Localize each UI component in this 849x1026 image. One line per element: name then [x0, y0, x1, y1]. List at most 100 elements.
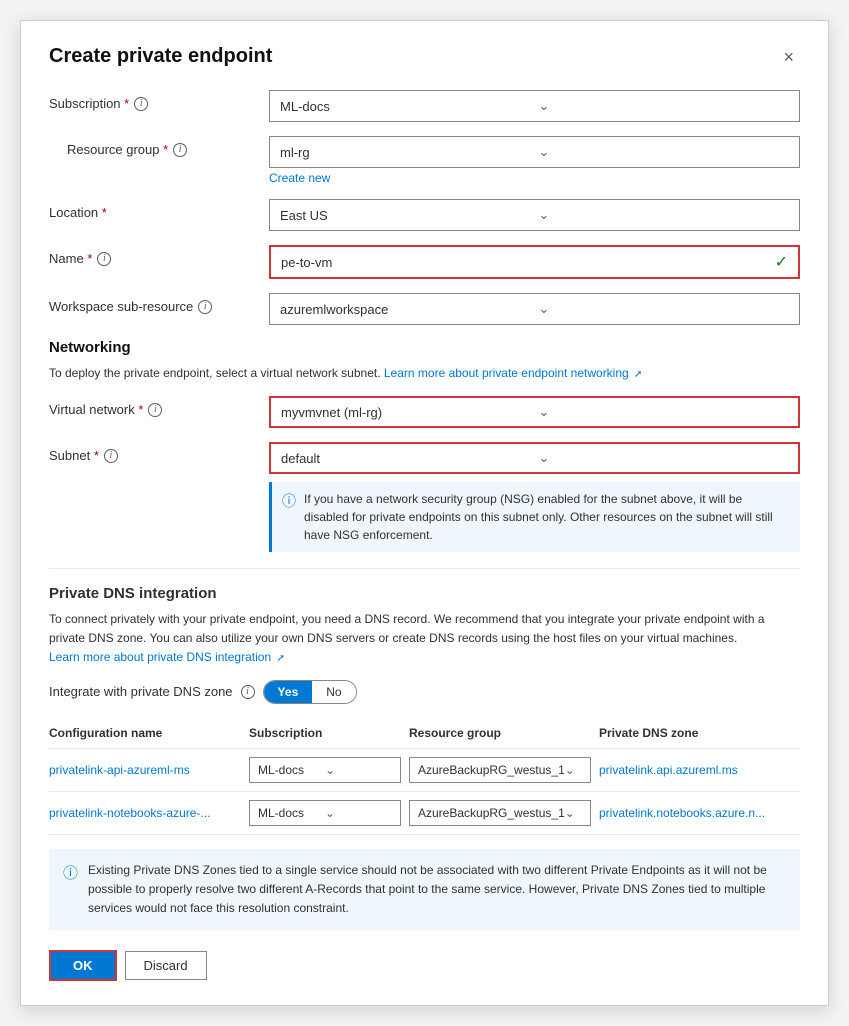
- table-header-dns-zone: Private DNS zone: [599, 720, 800, 749]
- workspace-label-col: Workspace sub-resource i: [49, 293, 269, 314]
- subnet-chevron-icon: ⌄: [539, 450, 789, 466]
- table-cell-dns-1: privatelink.notebooks.azure.n...: [599, 791, 800, 834]
- subnet-row: Subnet * i default ⌄ ⓘ If you have a net…: [49, 442, 800, 552]
- resource-group-dropdown[interactable]: ml-rg ⌄: [269, 136, 800, 168]
- dialog-title: Create private endpoint: [49, 45, 272, 68]
- networking-title: Networking: [49, 339, 800, 356]
- integrate-dns-label: Integrate with private DNS zone: [49, 684, 233, 699]
- subnet-dropdown[interactable]: default ⌄: [269, 442, 800, 474]
- virtual-network-info-icon[interactable]: i: [148, 403, 162, 417]
- name-info-icon[interactable]: i: [97, 252, 111, 266]
- dialog-footer: OK Discard: [49, 950, 800, 981]
- integrate-dns-toggle[interactable]: Yes No: [263, 680, 357, 704]
- subscription-label-col: Subscription * i: [49, 90, 269, 111]
- name-input[interactable]: [281, 255, 767, 270]
- dns-title: Private DNS integration: [49, 585, 800, 602]
- dns-link[interactable]: Learn more about private DNS integration…: [49, 650, 285, 664]
- table-cell-rg-0: AzureBackupRG_westus_1 ⌄: [409, 748, 599, 791]
- location-chevron-icon: ⌄: [539, 207, 790, 223]
- subscription-chevron-icon: ⌄: [539, 98, 790, 114]
- name-label: Name *: [49, 251, 92, 266]
- resource-group-row: Resource group * i ml-rg ⌄ Create new: [49, 136, 800, 185]
- workspace-row: Workspace sub-resource i azuremlworkspac…: [49, 293, 800, 325]
- subscription-dropdown[interactable]: ML-docs ⌄: [269, 90, 800, 122]
- table-cell-config-1: privatelink-notebooks-azure-...: [49, 791, 249, 834]
- mini-rg-chevron-icon-1: ⌄: [565, 806, 582, 820]
- warning-info-icon: ⓘ: [63, 862, 78, 919]
- dialog-header: Create private endpoint ×: [49, 45, 800, 68]
- workspace-input-col: azuremlworkspace ⌄: [269, 293, 800, 325]
- discard-button[interactable]: Discard: [125, 951, 207, 980]
- resource-group-label-col: Resource group * i: [49, 136, 269, 157]
- subnet-input-col: default ⌄ ⓘ If you have a network securi…: [269, 442, 800, 552]
- dns-table-body: privatelink-api-azureml-ms ML-docs ⌄ Azu…: [49, 748, 800, 834]
- integrate-dns-row: Integrate with private DNS zone i Yes No: [49, 680, 800, 704]
- table-header-subscription: Subscription: [249, 720, 409, 749]
- ok-button[interactable]: OK: [49, 950, 117, 981]
- warning-box: ⓘ Existing Private DNS Zones tied to a s…: [49, 849, 800, 931]
- subscription-mini-dropdown-0[interactable]: ML-docs ⌄: [249, 757, 401, 783]
- workspace-info-icon[interactable]: i: [198, 300, 212, 314]
- name-field-wrapper: ✓: [269, 245, 800, 279]
- table-cell-subscription-1: ML-docs ⌄: [249, 791, 409, 834]
- create-new-link[interactable]: Create new: [269, 171, 800, 185]
- mini-chevron-icon-0: ⌄: [325, 763, 392, 777]
- table-row: privatelink-notebooks-azure-... ML-docs …: [49, 791, 800, 834]
- dns-external-link-icon: ➚: [276, 653, 284, 664]
- subnet-info-icon[interactable]: i: [104, 449, 118, 463]
- integrate-dns-info-icon[interactable]: i: [241, 685, 255, 699]
- check-icon: ✓: [775, 252, 788, 272]
- rg-mini-dropdown-0[interactable]: AzureBackupRG_westus_1 ⌄: [409, 757, 591, 783]
- rg-mini-dropdown-1[interactable]: AzureBackupRG_westus_1 ⌄: [409, 800, 591, 826]
- name-row: Name * i ✓: [49, 245, 800, 279]
- subscription-label: Subscription *: [49, 96, 129, 111]
- divider: [49, 568, 800, 569]
- virtual-network-row: Virtual network * i myvmvnet (ml-rg) ⌄: [49, 396, 800, 428]
- nsg-info-box: ⓘ If you have a network security group (…: [269, 482, 800, 552]
- external-link-icon: ➚: [634, 369, 642, 380]
- table-cell-rg-1: AzureBackupRG_westus_1 ⌄: [409, 791, 599, 834]
- location-row: Location * East US ⌄: [49, 199, 800, 231]
- table-header-config: Configuration name: [49, 720, 249, 749]
- location-label: Location *: [49, 205, 107, 220]
- table-header-resource-group: Resource group: [409, 720, 599, 749]
- resource-group-info-icon[interactable]: i: [173, 143, 187, 157]
- toggle-no-option[interactable]: No: [312, 681, 355, 703]
- table-row: privatelink-api-azureml-ms ML-docs ⌄ Azu…: [49, 748, 800, 791]
- virtual-network-input-col: myvmvnet (ml-rg) ⌄: [269, 396, 800, 428]
- subnet-label-col: Subnet * i: [49, 442, 269, 463]
- name-label-col: Name * i: [49, 245, 269, 266]
- dns-desc: To connect privately with your private e…: [49, 610, 800, 668]
- subscription-row: Subscription * i ML-docs ⌄: [49, 90, 800, 122]
- resource-group-label: Resource group *: [67, 142, 168, 157]
- virtual-network-label-col: Virtual network * i: [49, 396, 269, 417]
- subscription-input-col: ML-docs ⌄: [269, 90, 800, 122]
- workspace-label: Workspace sub-resource: [49, 299, 193, 314]
- dns-table-header: Configuration name Subscription Resource…: [49, 720, 800, 749]
- toggle-yes-option[interactable]: Yes: [264, 681, 313, 703]
- networking-desc: To deploy the private endpoint, select a…: [49, 364, 800, 382]
- table-cell-dns-0: privatelink.api.azureml.ms: [599, 748, 800, 791]
- subscription-mini-dropdown-1[interactable]: ML-docs ⌄: [249, 800, 401, 826]
- location-input-col: East US ⌄: [269, 199, 800, 231]
- table-cell-subscription-0: ML-docs ⌄: [249, 748, 409, 791]
- workspace-dropdown[interactable]: azuremlworkspace ⌄: [269, 293, 800, 325]
- virtual-network-chevron-icon: ⌄: [539, 404, 789, 420]
- mini-chevron-icon-1: ⌄: [325, 806, 392, 820]
- subscription-info-icon[interactable]: i: [134, 97, 148, 111]
- dns-table: Configuration name Subscription Resource…: [49, 720, 800, 835]
- networking-link[interactable]: Learn more about private endpoint networ…: [384, 366, 643, 380]
- workspace-chevron-icon: ⌄: [539, 301, 790, 317]
- location-dropdown[interactable]: East US ⌄: [269, 199, 800, 231]
- table-cell-config-0: privatelink-api-azureml-ms: [49, 748, 249, 791]
- name-input-col: ✓: [269, 245, 800, 279]
- location-label-col: Location *: [49, 199, 269, 220]
- virtual-network-dropdown[interactable]: myvmvnet (ml-rg) ⌄: [269, 396, 800, 428]
- nsg-info-icon: ⓘ: [282, 491, 296, 544]
- resource-group-input-col: ml-rg ⌄ Create new: [269, 136, 800, 185]
- resource-group-chevron-icon: ⌄: [539, 144, 790, 160]
- virtual-network-label: Virtual network *: [49, 402, 143, 417]
- close-button[interactable]: ×: [777, 46, 800, 68]
- subnet-label: Subnet *: [49, 448, 99, 463]
- create-private-endpoint-dialog: Create private endpoint × Subscription *…: [20, 20, 829, 1006]
